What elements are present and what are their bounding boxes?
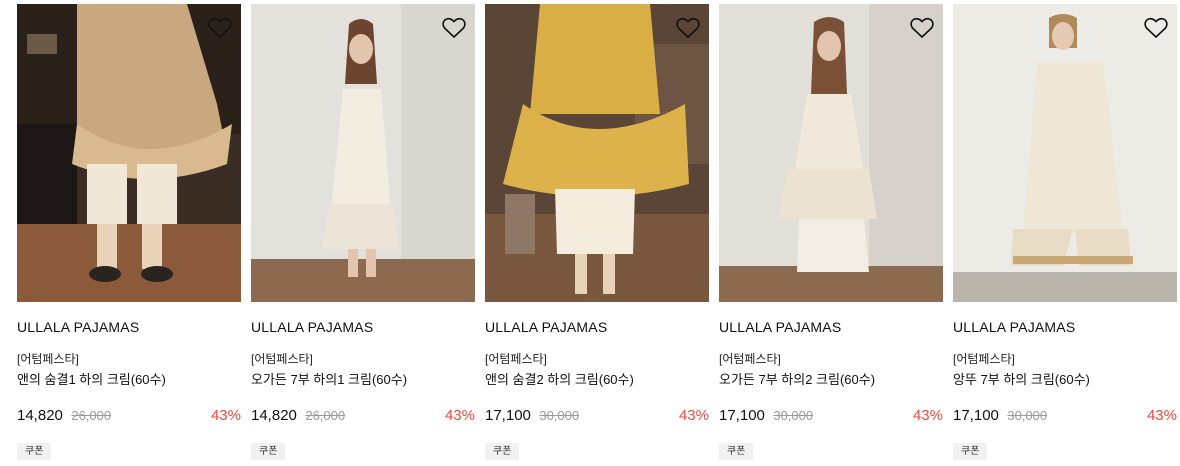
product-photo (719, 4, 943, 302)
price-row: 17,100 30,000 43% (953, 407, 1177, 427)
heart-outline-icon (442, 17, 466, 38)
price-row: 14,820 26,000 43% (251, 407, 475, 427)
wishlist-button[interactable] (441, 16, 467, 40)
product-name[interactable]: 앙뚜 7부 하의 크림(60수) (953, 369, 1090, 388)
heart-outline-icon (676, 17, 700, 38)
product-image[interactable] (485, 4, 709, 302)
product-name[interactable]: 오가든 7부 하의2 크림(60수) (719, 369, 875, 388)
product-card[interactable]: ULLALA PAJAMAS [어텀페스타] 앤의 숨결1 하의 크림(60수)… (17, 0, 241, 466)
promo-tag: [어텀페스타] (17, 352, 79, 366)
price-row: 17,100 30,000 43% (485, 407, 709, 427)
wishlist-button[interactable] (909, 16, 935, 40)
promo-tag: [어텀페스타] (953, 352, 1015, 366)
wishlist-button[interactable] (1143, 16, 1169, 40)
heart-outline-icon (910, 17, 934, 38)
product-card[interactable]: ULLALA PAJAMAS [어텀페스타] 오가든 7부 하의1 크림(60수… (251, 0, 475, 466)
heart-outline-icon (208, 17, 232, 38)
sale-price: 14,820 (17, 407, 63, 424)
product-name[interactable]: 앤의 숨결1 하의 크림(60수) (17, 369, 166, 388)
product-name[interactable]: 오가든 7부 하의1 크림(60수) (251, 369, 407, 388)
brand-name[interactable]: ULLALA PAJAMAS (719, 319, 841, 335)
product-photo (953, 4, 1177, 302)
brand-name[interactable]: ULLALA PAJAMAS (251, 319, 373, 335)
promo-tag: [어텀페스타] (719, 352, 781, 366)
coupon-badge: 쿠폰 (17, 443, 52, 460)
original-price: 26,000 (71, 408, 112, 423)
product-photo (17, 4, 241, 302)
sale-price: 17,100 (719, 407, 765, 424)
product-card[interactable]: ULLALA PAJAMAS [어텀페스타] 앙뚜 7부 하의 크림(60수) … (953, 0, 1177, 466)
coupon-badge: 쿠폰 (953, 443, 988, 460)
product-card[interactable]: ULLALA PAJAMAS [어텀페스타] 오가든 7부 하의2 크림(60수… (719, 0, 943, 466)
original-price: 30,000 (773, 408, 814, 423)
sale-price: 14,820 (251, 407, 297, 424)
product-image[interactable] (719, 4, 943, 302)
sale-price: 17,100 (953, 407, 999, 424)
product-image[interactable] (17, 4, 241, 302)
discount-rate: 43% (678, 407, 709, 424)
price-row: 17,100 30,000 43% (719, 407, 943, 427)
brand-name[interactable]: ULLALA PAJAMAS (17, 319, 139, 335)
coupon-badge: 쿠폰 (719, 443, 754, 460)
original-price: 30,000 (1007, 408, 1048, 423)
product-name[interactable]: 앤의 숨결2 하의 크림(60수) (485, 369, 634, 388)
coupon-badge: 쿠폰 (251, 443, 286, 460)
wishlist-button[interactable] (207, 16, 233, 40)
discount-rate: 43% (210, 407, 241, 424)
original-price: 30,000 (539, 408, 580, 423)
product-photo (251, 4, 475, 302)
brand-name[interactable]: ULLALA PAJAMAS (953, 319, 1075, 335)
product-image[interactable] (953, 4, 1177, 302)
coupon-badge: 쿠폰 (485, 443, 520, 460)
brand-name[interactable]: ULLALA PAJAMAS (485, 319, 607, 335)
wishlist-button[interactable] (675, 16, 701, 40)
discount-rate: 43% (444, 407, 475, 424)
product-photo (485, 4, 709, 302)
product-card[interactable]: ULLALA PAJAMAS [어텀페스타] 앤의 숨결2 하의 크림(60수)… (485, 0, 709, 466)
sale-price: 17,100 (485, 407, 531, 424)
discount-rate: 43% (912, 407, 943, 424)
discount-rate: 43% (1146, 407, 1177, 424)
product-image[interactable] (251, 4, 475, 302)
product-grid: ULLALA PAJAMAS [어텀페스타] 앤의 숨결1 하의 크림(60수)… (0, 0, 1180, 466)
promo-tag: [어텀페스타] (485, 352, 547, 366)
heart-outline-icon (1144, 17, 1168, 38)
promo-tag: [어텀페스타] (251, 352, 313, 366)
original-price: 26,000 (305, 408, 346, 423)
price-row: 14,820 26,000 43% (17, 407, 241, 427)
